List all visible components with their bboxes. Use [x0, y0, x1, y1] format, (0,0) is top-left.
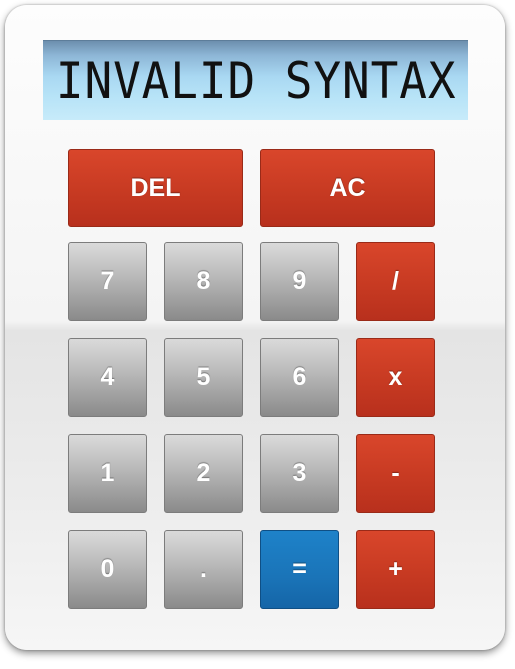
digit-4-button[interactable]: 4: [68, 338, 147, 417]
digit-0-button[interactable]: 0: [68, 530, 147, 609]
digit-3-button[interactable]: 3: [260, 434, 339, 513]
add-button[interactable]: +: [356, 530, 435, 609]
digit-9-button[interactable]: 9: [260, 242, 339, 321]
delete-button[interactable]: DEL: [68, 149, 243, 227]
digit-2-button[interactable]: 2: [164, 434, 243, 513]
digit-1-button[interactable]: 1: [68, 434, 147, 513]
digit-6-button[interactable]: 6: [260, 338, 339, 417]
multiply-button[interactable]: x: [356, 338, 435, 417]
subtract-button[interactable]: -: [356, 434, 435, 513]
calculator-body: INVALID SYNTAX DEL AC 7 8 9 / 4 5 6 x 1 …: [5, 5, 505, 650]
calculator-display: INVALID SYNTAX: [43, 40, 468, 120]
decimal-button[interactable]: .: [164, 530, 243, 609]
digit-5-button[interactable]: 5: [164, 338, 243, 417]
all-clear-button[interactable]: AC: [260, 149, 435, 227]
digit-7-button[interactable]: 7: [68, 242, 147, 321]
divide-button[interactable]: /: [356, 242, 435, 321]
equals-button[interactable]: =: [260, 530, 339, 609]
digit-8-button[interactable]: 8: [164, 242, 243, 321]
display-text: INVALID SYNTAX: [55, 51, 456, 110]
